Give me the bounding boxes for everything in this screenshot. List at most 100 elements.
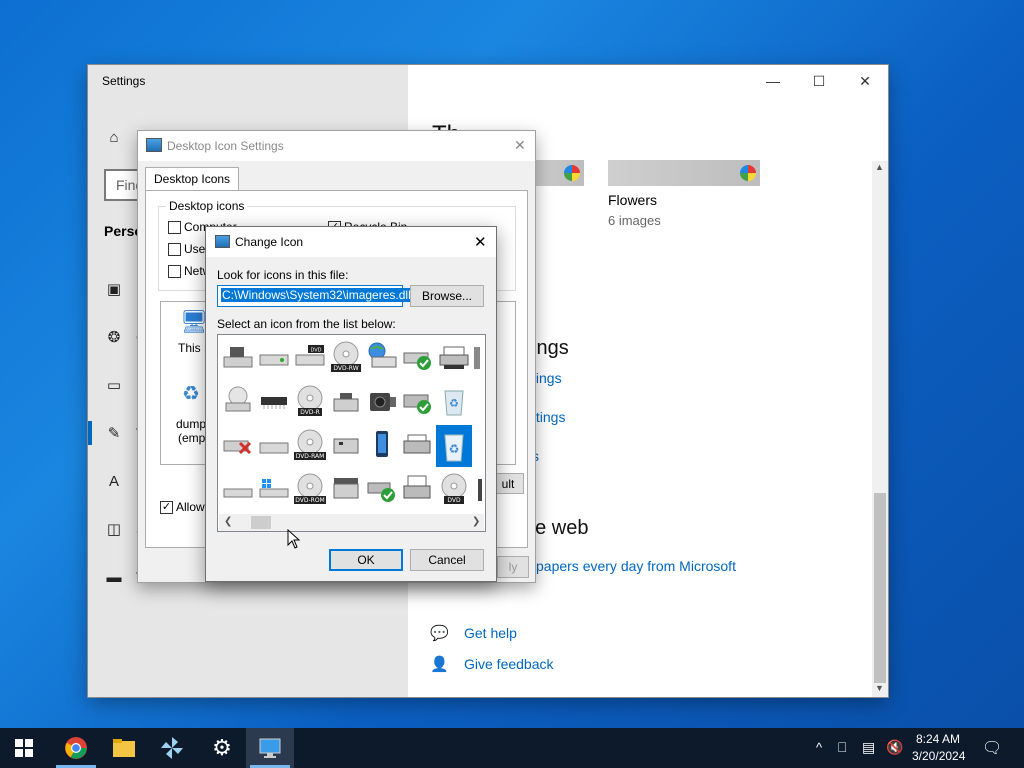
chrome-taskbar-button[interactable] [52, 728, 100, 768]
scrollbar-thumb[interactable] [874, 493, 886, 683]
ethernet-icon[interactable]: ▤ [862, 739, 875, 756]
volume-muted-icon[interactable]: 🔇 [886, 739, 903, 756]
partial-icon[interactable] [474, 471, 485, 507]
color-wheel-icon [740, 165, 756, 181]
dvd-disc-icon[interactable]: DVD [436, 471, 472, 507]
fax-icon[interactable] [400, 471, 436, 507]
related-link-1[interactable]: tings [532, 370, 562, 386]
drive-icon[interactable] [256, 427, 292, 463]
start-button[interactable] [0, 728, 48, 768]
recycle-bin-full-icon[interactable]: ♻ [436, 383, 472, 419]
scroll-up-icon[interactable]: ▲ [875, 162, 884, 172]
scrollbar-thumb[interactable] [251, 516, 271, 529]
settings-taskbar-button[interactable]: ⚙ [198, 728, 246, 768]
tower-icon[interactable] [470, 339, 484, 375]
home-icon[interactable]: ⌂ [104, 127, 124, 147]
network-drive-icon[interactable] [220, 383, 256, 419]
removable-drive-icon[interactable] [328, 383, 364, 419]
user-files-checkbox[interactable] [168, 243, 181, 256]
clock-date[interactable]: 3/20/2024 [912, 749, 965, 763]
camcorder-icon[interactable] [364, 383, 400, 419]
dialog-title: Change Icon [235, 235, 304, 249]
scroll-down-icon[interactable]: ▼ [875, 683, 884, 693]
maximize-button[interactable]: ☐ [796, 65, 842, 97]
file-label: Look for icons in this file: [217, 268, 349, 282]
allow-themes-checkbox[interactable]: ✓ [160, 501, 173, 514]
printer-check-icon[interactable] [400, 339, 436, 375]
app-taskbar-button[interactable] [148, 728, 196, 768]
gear-icon: ⚙ [212, 735, 232, 760]
mouse-cursor-icon [287, 529, 301, 549]
get-help-link[interactable]: Get help [464, 625, 517, 641]
dvd-r-disc-icon[interactable]: DVD-R [292, 383, 328, 419]
recycle-bin-empty-icon-selected[interactable]: ♻ [436, 425, 472, 467]
change-icon-dialog: Change Icon ✕ Look for icons in this fil… [205, 226, 497, 582]
image-icon: ▣ [106, 281, 122, 298]
close-icon: ✕ [859, 72, 871, 89]
printer-icon[interactable] [400, 427, 436, 463]
network-checkbox[interactable] [168, 265, 181, 278]
nav-selection-indicator [88, 421, 92, 445]
dvd-rw-disc-icon[interactable]: DVD-RW [328, 339, 364, 375]
related-settings-heading: ings [532, 337, 569, 359]
file-path-input[interactable]: C:\Windows\System32\imageres.dll [217, 285, 412, 307]
feedback-icon: 👤 [430, 656, 449, 673]
theme-thumbnail-flowers[interactable] [608, 160, 760, 186]
this-pc-icon[interactable]: 🖥 [180, 309, 208, 335]
pinwheel-icon [161, 737, 183, 759]
mobile-phone-icon[interactable] [364, 427, 400, 463]
fonts-icon: A [108, 472, 119, 490]
windows-logo-icon [15, 739, 33, 757]
dvd-rom-disc-icon[interactable]: DVD-ROM [292, 471, 328, 507]
monitor-icon [215, 235, 230, 248]
list-label: Select an icon from the list below: [217, 317, 396, 331]
computer-checkbox[interactable] [168, 221, 181, 234]
taskbar-icon: ▬ [106, 568, 122, 586]
desktop-icon-settings-taskbar-button[interactable] [246, 728, 294, 768]
scroll-right-icon[interactable]: ❯ [472, 516, 480, 527]
minimize-button[interactable]: — [750, 65, 796, 97]
dvd-ram-disc-icon[interactable]: DVD-RAM [292, 427, 328, 463]
drive-icon[interactable] [256, 339, 292, 375]
floppy-drive-icon[interactable] [220, 339, 256, 375]
apply-button[interactable]: ly [497, 556, 529, 578]
close-icon[interactable]: ✕ [474, 233, 487, 251]
related-link-2[interactable]: ttings [532, 409, 565, 425]
help-icon: 💬 [430, 625, 449, 642]
network-icon[interactable]: ⎕ [838, 739, 846, 756]
drive-check-icon[interactable] [364, 471, 400, 507]
removable-drive-icon[interactable] [328, 427, 364, 463]
notifications-icon[interactable]: 🗨 [982, 738, 1002, 758]
clock-time[interactable]: 8:24 AM [916, 732, 960, 746]
show-hidden-icons-chevron-icon[interactable]: ^ [816, 740, 822, 755]
ok-button[interactable]: OK [329, 549, 403, 571]
close-button[interactable]: ✕ [842, 65, 888, 97]
scroll-left-icon[interactable]: ❮ [224, 516, 232, 527]
file-explorer-button[interactable] [100, 728, 148, 768]
printer-check-icon[interactable] [400, 383, 436, 419]
wallpapers-link[interactable]: papers every day from Microsoft [536, 558, 736, 574]
tab-desktop-icons[interactable]: Desktop Icons [145, 167, 240, 191]
icon-list[interactable]: DVD DVD-RW DVD-R ♻ DVD-RAM ♻ DVD-ROM DVD… [217, 334, 486, 532]
monitor-icon [146, 138, 162, 152]
give-feedback-link[interactable]: Give feedback [464, 656, 554, 672]
settings-title: Settings [102, 74, 146, 88]
minimize-icon: — [766, 73, 780, 89]
external-drive-icon[interactable] [328, 471, 364, 507]
drive-icon[interactable] [220, 471, 256, 507]
dvd-r-label: DVD-R [300, 409, 320, 416]
cancel-button[interactable]: Cancel [410, 549, 484, 571]
drive-error-icon[interactable] [220, 427, 256, 463]
memory-chip-icon[interactable] [256, 383, 292, 419]
printer-icon[interactable] [436, 339, 472, 375]
browse-button[interactable]: Browse... [410, 285, 484, 307]
close-icon[interactable]: ✕ [514, 137, 526, 154]
dialog-title: Desktop Icon Settings [167, 139, 284, 153]
themes-icon: ✎ [107, 425, 121, 442]
theme-name: Flowers [608, 192, 658, 208]
windows-drive-icon[interactable] [256, 471, 292, 507]
network-printer-icon[interactable] [364, 339, 400, 375]
theme-count: 6 images [608, 213, 661, 228]
recycle-bin-icon[interactable]: ♻ [182, 381, 200, 406]
dvd-drive-icon[interactable]: DVD [292, 339, 328, 375]
